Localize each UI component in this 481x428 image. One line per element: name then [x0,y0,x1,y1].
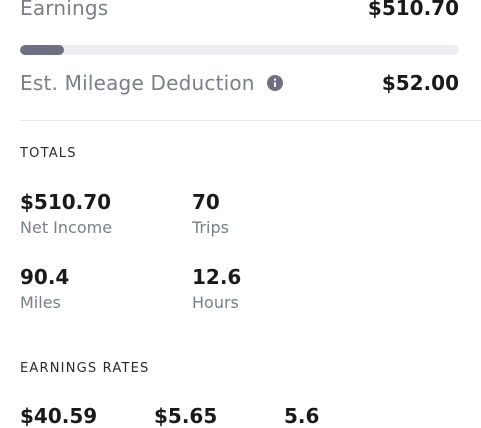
stat-trips: 70 Trips [192,190,229,238]
section-divider [20,120,481,121]
stat-label: Hours [192,293,239,312]
mileage-deduction-label: Est. Mileage Deduction [20,71,255,95]
earnings-progress-fill [20,45,64,55]
earnings-label: Earnings [20,0,109,20]
stat-value: 12.6 [192,265,242,289]
earnings-rate-value: 5.6 [284,404,320,428]
mileage-deduction-row: Est. Mileage Deduction $52.00 [20,68,459,98]
earnings-rate-value: $40.59 [20,404,98,428]
earnings-rate-value: $5.65 [154,404,218,428]
earnings-rates-section-title: EARNINGS RATES [20,361,150,376]
stat-label: Net Income [20,218,113,237]
stat-miles: 90.4 Miles [20,265,69,313]
earnings-value: $510.70 [367,0,459,20]
mileage-deduction-value: $52.00 [381,71,459,95]
info-icon[interactable] [266,75,283,91]
stat-net-income: $510.70 Net Income [20,190,112,238]
stat-label: Trips [192,218,229,237]
totals-section-title: TOTALS [20,146,77,161]
stat-value: $510.70 [20,190,112,214]
stat-value: 90.4 [20,265,70,289]
stat-label: Miles [20,293,61,312]
earnings-row: Earnings $510.70 [20,0,459,22]
stat-value: 70 [192,190,220,214]
earnings-progress-bar [20,45,459,55]
mileage-deduction-label-group: Est. Mileage Deduction [20,71,283,95]
stat-hours: 12.6 Hours [192,265,241,313]
